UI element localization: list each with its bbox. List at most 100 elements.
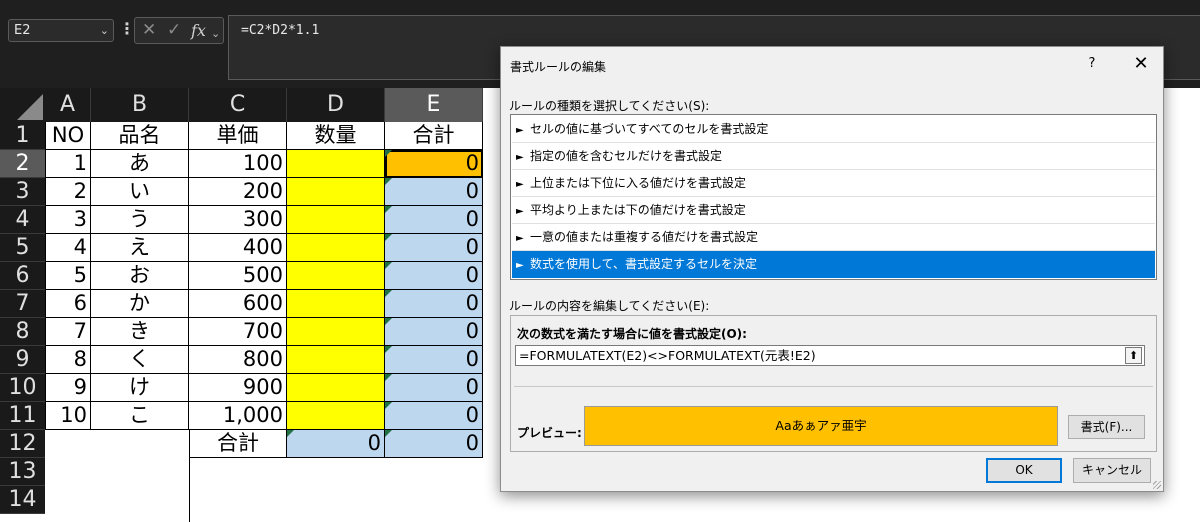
cell-total[interactable]: 0 <box>385 262 483 290</box>
row-header-10[interactable]: 10 <box>0 374 45 402</box>
cell-total[interactable]: 0 <box>385 346 483 374</box>
cell-no[interactable]: 8 <box>45 346 91 374</box>
column-header-c[interactable]: C <box>189 88 287 122</box>
cell-name[interactable]: け <box>91 374 189 402</box>
name-box[interactable]: E2 ⌄ <box>8 19 114 42</box>
cancel-icon[interactable]: ✕ <box>142 20 156 41</box>
cell-name[interactable]: え <box>91 234 189 262</box>
row-header-9[interactable]: 9 <box>0 346 45 374</box>
cell-no[interactable]: 2 <box>45 178 91 206</box>
cell-no[interactable]: 1 <box>45 150 91 178</box>
ok-button[interactable]: OK <box>986 458 1062 483</box>
row-header-5[interactable]: 5 <box>0 234 45 262</box>
cell-qty[interactable] <box>287 318 385 346</box>
cell-price[interactable]: 1,000 <box>189 402 287 430</box>
row-header-7[interactable]: 7 <box>0 290 45 318</box>
row-header-3[interactable]: 3 <box>0 178 45 206</box>
row-header-2[interactable]: 2 <box>0 150 45 178</box>
column-header-d[interactable]: D <box>287 88 385 122</box>
row-header-12[interactable]: 12 <box>0 430 45 458</box>
more-options-icon[interactable]: ⋮ <box>119 19 135 39</box>
header-cell-qty[interactable]: 数量 <box>287 122 385 150</box>
row-header-8[interactable]: 8 <box>0 318 45 346</box>
cell-price[interactable]: 400 <box>189 234 287 262</box>
cell-name[interactable]: こ <box>91 402 189 430</box>
row-header-11[interactable]: 11 <box>0 402 45 430</box>
column-header-b[interactable]: B <box>91 88 189 122</box>
cell-total-active[interactable]: 0 <box>385 150 483 178</box>
rule-type-item-selected[interactable]: ► 数式を使用して、書式設定するセルを決定 <box>512 251 1155 278</box>
column-header-a[interactable]: A <box>45 88 91 122</box>
cell-total[interactable]: 0 <box>385 290 483 318</box>
summary-total-cell[interactable]: 0 <box>385 430 483 458</box>
cell-price[interactable]: 100 <box>189 150 287 178</box>
cell-total[interactable]: 0 <box>385 374 483 402</box>
cell-price[interactable]: 800 <box>189 346 287 374</box>
cell-name[interactable]: う <box>91 206 189 234</box>
cell-name[interactable]: か <box>91 290 189 318</box>
rule-type-item[interactable]: ► 上位または下位に入る値だけを書式設定 <box>512 170 1155 197</box>
header-cell-name[interactable]: 品名 <box>91 122 189 150</box>
cell-qty[interactable] <box>287 262 385 290</box>
cell-name[interactable]: お <box>91 262 189 290</box>
close-button[interactable]: ✕ <box>1129 53 1153 75</box>
cell-qty[interactable] <box>287 402 385 430</box>
arrow-right-icon: ► <box>516 179 524 190</box>
enter-icon[interactable]: ✓ <box>167 20 181 41</box>
header-cell-no[interactable]: NO <box>45 122 91 150</box>
condition-formula-input[interactable]: =FORMULATEXT(E2)<>FORMULATEXT(元表!E2) ⬆ <box>515 345 1145 366</box>
cell-name[interactable]: い <box>91 178 189 206</box>
rule-type-item[interactable]: ► 一意の値または重複する値だけを書式設定 <box>512 224 1155 251</box>
cell-no[interactable]: 10 <box>45 402 91 430</box>
cell-total[interactable]: 0 <box>385 402 483 430</box>
select-all-button[interactable] <box>0 88 45 122</box>
row-header-1[interactable]: 1 <box>0 122 45 150</box>
resize-grip-icon[interactable] <box>1153 481 1161 489</box>
cell-total[interactable]: 0 <box>385 178 483 206</box>
cell-qty[interactable] <box>287 290 385 318</box>
cell-price[interactable]: 300 <box>189 206 287 234</box>
insert-function-icon[interactable]: fx <box>191 20 206 41</box>
cell-qty[interactable] <box>287 374 385 402</box>
cell-no[interactable]: 3 <box>45 206 91 234</box>
format-button[interactable]: 書式(F)... <box>1068 415 1145 439</box>
cell-price[interactable]: 600 <box>189 290 287 318</box>
cell-no[interactable]: 6 <box>45 290 91 318</box>
cell-price[interactable]: 500 <box>189 262 287 290</box>
cell-qty[interactable] <box>287 346 385 374</box>
cancel-button[interactable]: キャンセル <box>1073 458 1151 483</box>
cell-no[interactable]: 9 <box>45 374 91 402</box>
cell-name[interactable]: く <box>91 346 189 374</box>
chevron-down-icon[interactable]: ⌄ <box>100 20 109 41</box>
cell-qty[interactable] <box>287 178 385 206</box>
cell-total[interactable]: 0 <box>385 318 483 346</box>
summary-label-cell[interactable]: 合計 <box>189 430 287 458</box>
cell-name[interactable]: あ <box>91 150 189 178</box>
cell-price[interactable]: 200 <box>189 178 287 206</box>
collapse-dialog-icon[interactable]: ⬆ <box>1125 347 1142 364</box>
cell-price[interactable]: 700 <box>189 318 287 346</box>
cell-no[interactable]: 4 <box>45 234 91 262</box>
summary-qty-cell[interactable]: 0 <box>287 430 385 458</box>
cell-qty[interactable] <box>287 206 385 234</box>
cell-qty[interactable] <box>287 234 385 262</box>
rule-type-item[interactable]: ► 指定の値を含むセルだけを書式設定 <box>512 143 1155 170</box>
header-cell-total[interactable]: 合計 <box>385 122 483 150</box>
cell-no[interactable]: 7 <box>45 318 91 346</box>
cell-total[interactable]: 0 <box>385 234 483 262</box>
cell-no[interactable]: 5 <box>45 262 91 290</box>
column-header-e[interactable]: E <box>385 88 483 122</box>
row-header-4[interactable]: 4 <box>0 206 45 234</box>
rule-type-item[interactable]: ► セルの値に基づいてすべてのセルを書式設定 <box>512 116 1155 143</box>
header-cell-price[interactable]: 単価 <box>189 122 287 150</box>
rule-type-item[interactable]: ► 平均より上または下の値だけを書式設定 <box>512 197 1155 224</box>
cell-total[interactable]: 0 <box>385 206 483 234</box>
help-button[interactable]: ? <box>1081 53 1103 75</box>
row-header-14[interactable]: 14 <box>0 486 45 514</box>
row-header-13[interactable]: 13 <box>0 458 45 486</box>
cell-qty[interactable] <box>287 150 385 178</box>
row-header-6[interactable]: 6 <box>0 262 45 290</box>
cell-name[interactable]: き <box>91 318 189 346</box>
chevron-down-icon[interactable]: ⌄ <box>211 23 220 44</box>
cell-price[interactable]: 900 <box>189 374 287 402</box>
